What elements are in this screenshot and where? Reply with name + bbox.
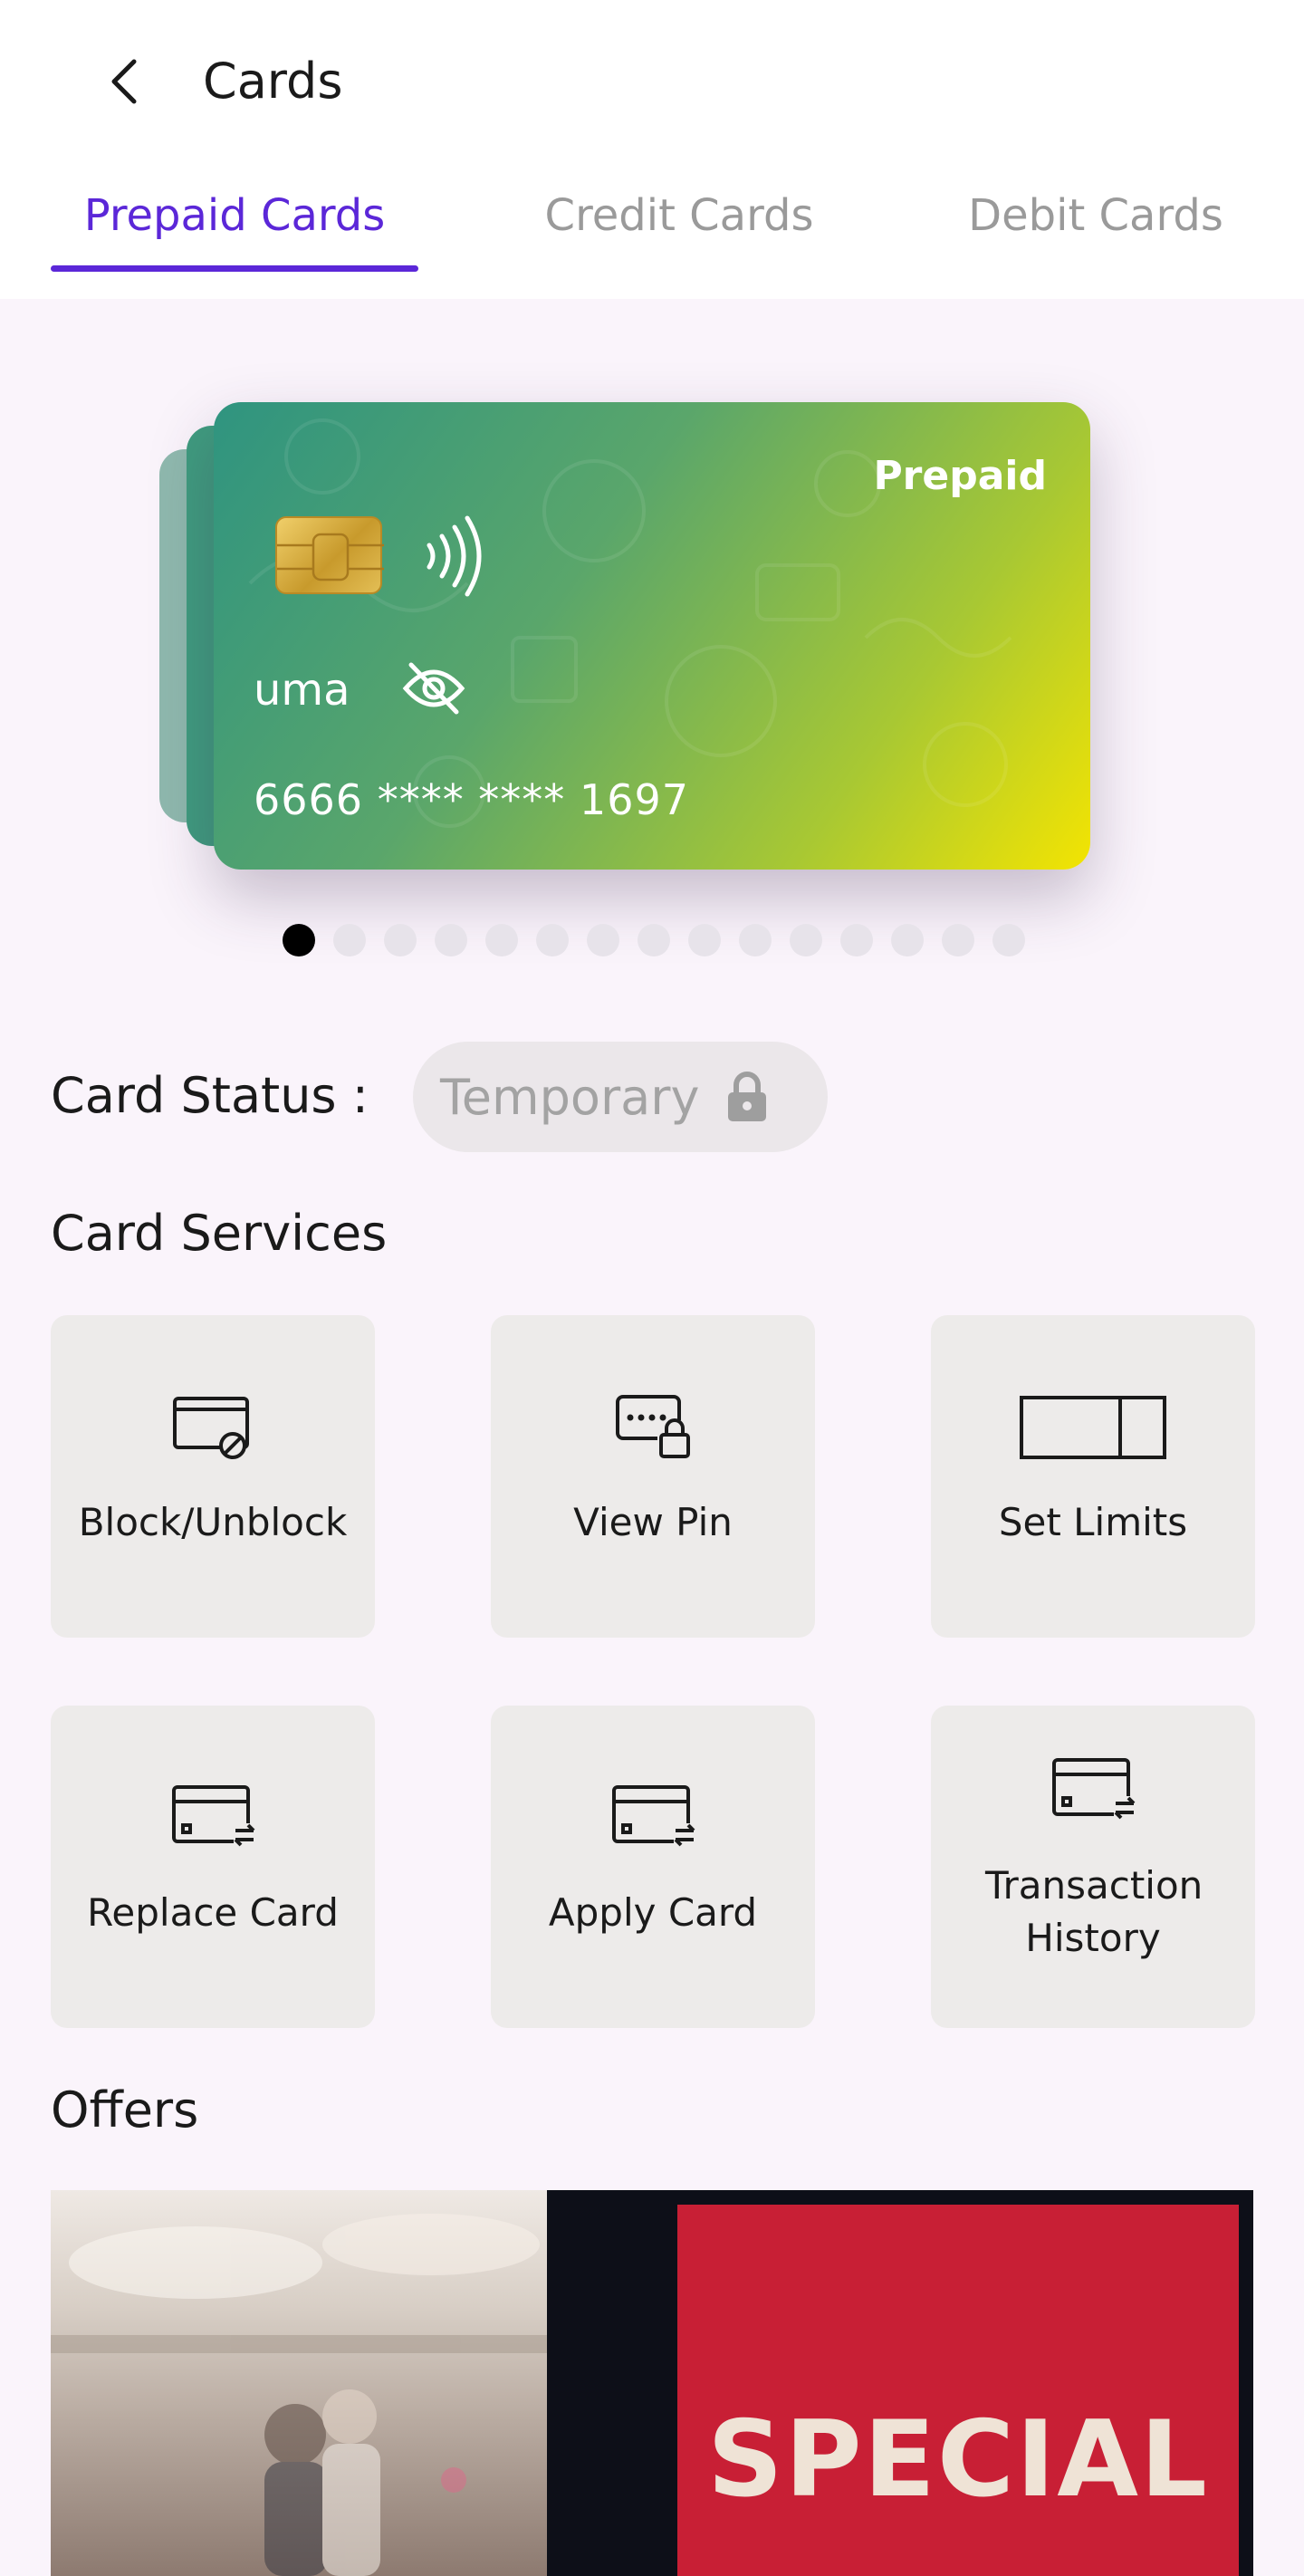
card-services-title: Card Services — [51, 1205, 388, 1262]
app-header: Cards Prepaid Cards Credit Cards Debit C… — [0, 0, 1304, 299]
contactless-icon — [427, 515, 482, 597]
card-exchange-icon — [612, 1785, 695, 1847]
page-title: Cards — [203, 53, 343, 110]
set-limits-button[interactable]: Set Limits — [931, 1315, 1255, 1638]
card-type-tabs: Prepaid Cards Credit Cards Debit Cards — [0, 172, 1304, 272]
carousel-dot[interactable] — [283, 924, 315, 956]
carousel-dot[interactable] — [942, 924, 974, 956]
offer-sign-text: SPECIAL — [707, 2398, 1209, 2521]
carousel-dot[interactable] — [536, 924, 569, 956]
chevron-left-icon — [111, 59, 137, 104]
card-exchange-icon — [172, 1785, 255, 1847]
pin-lock-icon — [616, 1395, 690, 1458]
chip-icon — [275, 516, 384, 594]
carousel-dot[interactable] — [485, 924, 518, 956]
carousel-dot[interactable] — [587, 924, 619, 956]
offer-banner[interactable]: SPECIAL — [51, 2190, 1253, 2576]
card-number: 6666 **** **** 1697 — [254, 775, 689, 824]
service-label: Replace Card — [87, 1890, 339, 1935]
carousel-dot[interactable] — [790, 924, 822, 956]
tab-debit-cards[interactable]: Debit Cards — [924, 190, 1268, 241]
card-status-label: Card Status : — [51, 1067, 369, 1124]
service-label: Transaction History — [985, 1863, 1203, 1960]
active-tab-indicator — [51, 265, 418, 272]
block-unblock-button[interactable]: Block/Unblock — [51, 1315, 375, 1638]
transaction-history-button[interactable]: Transaction History — [931, 1706, 1255, 2028]
offers-title: Offers — [51, 2081, 199, 2139]
carousel-dot[interactable] — [840, 924, 873, 956]
tab-credit-cards[interactable]: Credit Cards — [507, 190, 851, 241]
card-exchange-icon — [1052, 1758, 1136, 1820]
back-button[interactable] — [100, 56, 150, 107]
carousel-dot[interactable] — [435, 924, 467, 956]
card-holder-name: uma — [254, 665, 350, 716]
card-type-label: Prepaid — [873, 453, 1047, 499]
card-block-icon — [173, 1397, 249, 1459]
carousel-indicator — [283, 924, 1025, 956]
carousel-dot[interactable] — [688, 924, 721, 956]
view-pin-button[interactable]: View Pin — [491, 1315, 815, 1638]
carousel-dot[interactable] — [638, 924, 670, 956]
tab-prepaid-cards[interactable]: Prepaid Cards — [51, 190, 418, 241]
replace-card-button[interactable]: Replace Card — [51, 1706, 375, 2028]
service-label: Set Limits — [998, 1500, 1188, 1544]
carousel-dot[interactable] — [333, 924, 366, 956]
carousel-dot[interactable] — [384, 924, 417, 956]
carousel-dot[interactable] — [739, 924, 772, 956]
card-status-badge: Temporary — [413, 1042, 828, 1152]
card-status-value: Temporary — [440, 1068, 700, 1126]
offer-photo — [51, 2190, 547, 2576]
lock-icon — [728, 1072, 767, 1121]
carousel-dot[interactable] — [891, 924, 924, 956]
service-label: Block/Unblock — [78, 1500, 348, 1544]
eye-off-icon[interactable] — [402, 659, 465, 717]
service-label: Apply Card — [548, 1890, 758, 1935]
limits-icon — [1020, 1396, 1166, 1459]
service-label: View Pin — [573, 1500, 733, 1544]
carousel-dot[interactable] — [992, 924, 1025, 956]
prepaid-card[interactable]: Prepaid uma 6666 **** **** 1697 — [214, 402, 1090, 870]
apply-card-button[interactable]: Apply Card — [491, 1706, 815, 2028]
